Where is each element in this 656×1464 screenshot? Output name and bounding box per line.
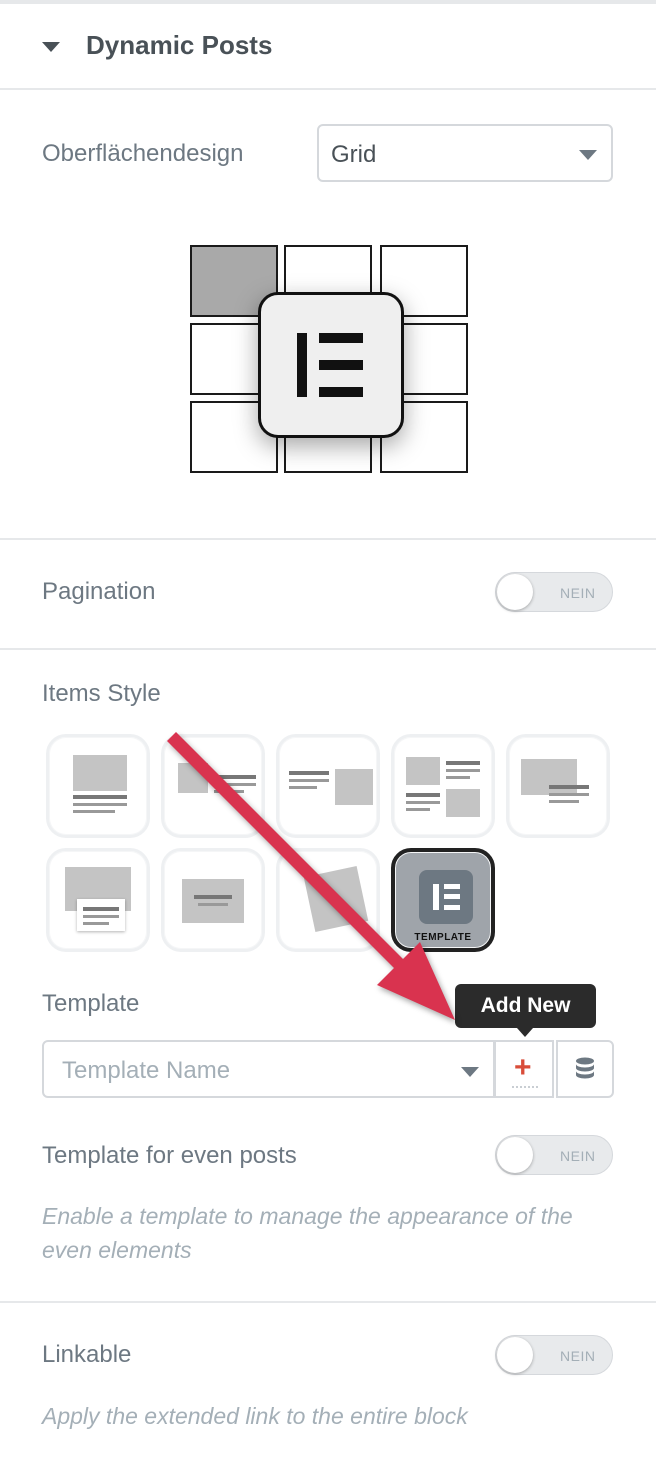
template-library-button[interactable] <box>556 1040 614 1098</box>
toggle-text: NEIN <box>560 585 596 601</box>
caret-down-icon[interactable] <box>42 42 60 52</box>
toggle-text: NEIN <box>560 1348 596 1364</box>
template-name-select[interactable]: Template Name <box>42 1040 495 1098</box>
items-style-option-7[interactable] <box>161 848 265 952</box>
pagination-label: Pagination <box>42 578 156 605</box>
toggle-knob <box>497 1137 533 1173</box>
items-style-option-2[interactable] <box>161 734 265 838</box>
surface-design-value: Grid <box>331 141 377 168</box>
items-style-option-6[interactable] <box>46 848 150 952</box>
surface-design-label: Oberflächendesign <box>42 140 244 167</box>
template-name-placeholder: Template Name <box>62 1057 231 1084</box>
items-style-option-8[interactable] <box>276 848 380 952</box>
toggle-text: NEIN <box>560 1148 596 1164</box>
linkable-toggle[interactable]: NEIN <box>495 1335 613 1375</box>
tooltip-text: Add New <box>480 994 571 1017</box>
template-badge-text: TEMPLATE <box>414 932 472 943</box>
items-style-option-3[interactable] <box>276 734 380 838</box>
items-style-option-4[interactable] <box>391 734 495 838</box>
section-header[interactable]: Dynamic Posts <box>0 4 656 90</box>
surface-design-select[interactable]: Grid <box>317 124 613 182</box>
dotted-underline <box>512 1086 538 1088</box>
dropdown-arrow-icon <box>461 1067 479 1077</box>
even-posts-toggle[interactable]: NEIN <box>495 1135 613 1175</box>
database-icon <box>576 1057 594 1079</box>
toggle-knob <box>497 1337 533 1373</box>
pagination-toggle[interactable]: NEIN <box>495 572 613 612</box>
section-title: Dynamic Posts <box>86 30 273 60</box>
items-style-option-5[interactable] <box>506 734 610 838</box>
even-posts-label: Template for even posts <box>42 1142 297 1169</box>
elementor-template-icon <box>419 870 473 924</box>
linkable-label: Linkable <box>42 1341 132 1368</box>
items-style-label: Items Style <box>42 680 161 707</box>
items-style-option-1[interactable] <box>46 734 150 838</box>
linkable-description: Apply the extended link to the entire bl… <box>42 1403 468 1429</box>
dropdown-arrow-icon <box>579 150 597 160</box>
divider <box>0 1301 656 1303</box>
add-new-template-button[interactable]: + <box>494 1040 554 1098</box>
template-label: Template <box>42 990 140 1017</box>
layout-preview-image <box>188 244 470 474</box>
elementor-logo-icon <box>258 292 404 438</box>
even-posts-description: Enable a template to manage the appearan… <box>42 1203 573 1263</box>
add-new-tooltip: Add New <box>455 984 596 1037</box>
tooltip-pointer <box>517 1028 533 1037</box>
toggle-knob <box>497 574 533 610</box>
divider <box>0 648 656 650</box>
divider <box>0 538 656 540</box>
items-style-option-template[interactable]: TEMPLATE <box>391 848 495 952</box>
plus-icon: + <box>514 1051 532 1084</box>
